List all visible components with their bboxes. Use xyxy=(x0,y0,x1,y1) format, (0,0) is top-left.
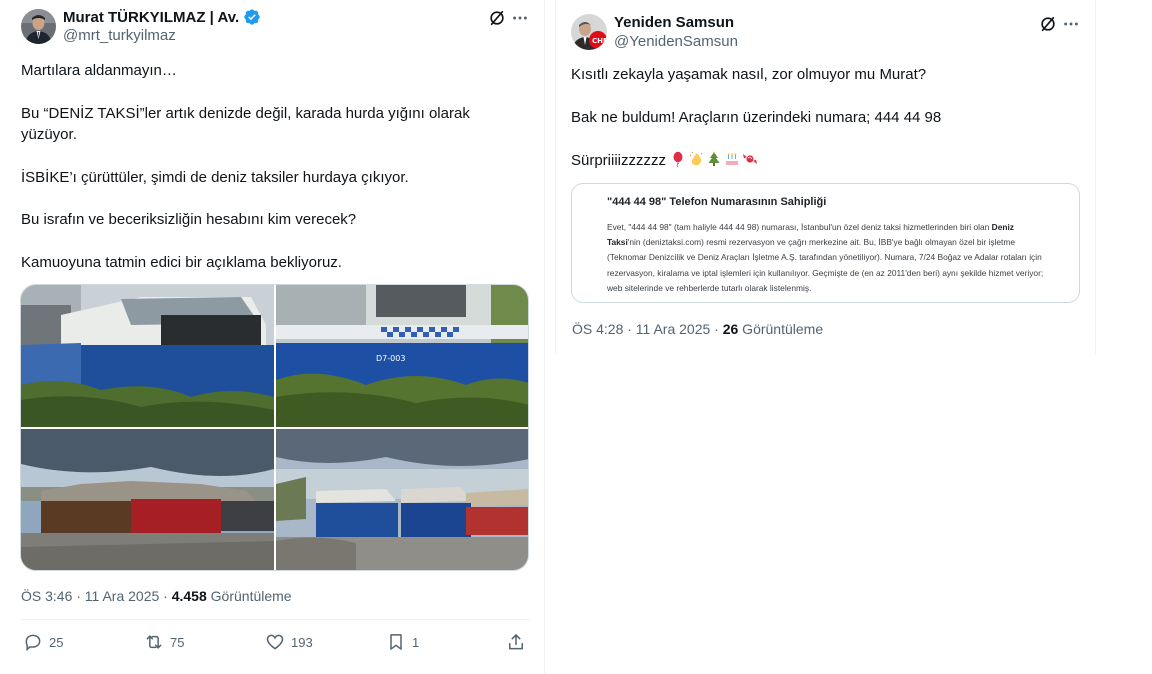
tweet-timestamp[interactable]: ÖS 4:28 · 11 Ara 2025 · xyxy=(572,321,723,337)
share-icon xyxy=(509,634,523,650)
tweet-left: Murat TÜRKYILMAZ | Av. @mrt_turkyilmaz M… xyxy=(0,0,545,674)
author-name-row: Murat TÜRKYILMAZ | Av. xyxy=(63,8,261,26)
author-avatar[interactable] xyxy=(21,9,56,44)
more-icon[interactable] xyxy=(1061,14,1081,34)
tweet-text-line: Bu “DENİZ TAKSİ”ler artık denizde değil,… xyxy=(21,104,470,144)
surprise-text: Sürpriiiizzzzzz xyxy=(571,152,667,169)
bookmark-button[interactable]: 1 xyxy=(386,628,419,656)
reply-icon xyxy=(25,634,41,652)
divider xyxy=(21,619,530,620)
author-handle[interactable]: @YenidenSamsun xyxy=(614,33,738,50)
author-name-row: Yeniden Samsun xyxy=(614,14,734,31)
quoted-card[interactable]: "444 44 98" Telefon Numarasının Sahipliğ… xyxy=(571,183,1080,303)
bookmark-count: 1 xyxy=(412,634,420,650)
author-avatar[interactable]: CHP xyxy=(571,14,607,50)
quoted-body: Evet, "444 44 98" (tam haliyle 444 44 98… xyxy=(607,220,1047,296)
cake-icon xyxy=(726,153,739,165)
photo-3[interactable] xyxy=(21,429,274,570)
view-count: 26 xyxy=(722,321,739,337)
verified-badge-icon xyxy=(244,9,260,25)
photo-4[interactable] xyxy=(276,429,528,570)
tweet-timestamp[interactable]: ÖS 3:46 · 11 Ara 2025 · xyxy=(21,588,172,604)
more-icon[interactable] xyxy=(510,8,530,28)
clap-icon xyxy=(689,151,703,166)
repost-count: 75 xyxy=(170,634,185,650)
photo-2[interactable]: D7-003 xyxy=(276,285,528,427)
author-handle[interactable]: @mrt_turkyilmaz xyxy=(63,27,176,44)
tweet-text-line: İSBİKE’ı çürüttüler, şimdi de deniz taks… xyxy=(21,168,409,186)
tweet-text-line: Bu israfın ve beceriksizliğin hesabını k… xyxy=(21,211,357,228)
quoted-title: "444 44 98" Telefon Numarasının Sahipliğ… xyxy=(607,196,827,208)
quoted-body-part: 'nin (deniztaksi.com) resmi rezervasyon … xyxy=(607,237,1044,293)
share-button[interactable] xyxy=(506,628,526,656)
tweet-text-line: Bak ne buldum! Araçların üzerindeki numa… xyxy=(571,109,942,126)
author-name[interactable]: Murat TÜRKYILMAZ | Av. xyxy=(63,9,239,26)
tweet-meta: ÖS 3:46 · 11 Ara 2025 · 4.458 Görüntülem… xyxy=(21,588,292,604)
boat-code-label: D7-003 xyxy=(376,354,405,363)
view-label: Görüntüleme xyxy=(206,588,292,604)
tweet-text: Kısıtlı zekayla yaşamak nasıl, zor olmuy… xyxy=(571,64,1071,172)
repost-icon xyxy=(146,635,162,649)
reply-button[interactable]: 25 xyxy=(23,628,63,656)
tweet-text-line: Martılara aldanmayın… xyxy=(21,62,177,79)
grok-icon[interactable] xyxy=(1038,14,1058,34)
tweet-text-line: Sürpriiiizzzzzz xyxy=(571,150,1071,172)
quoted-body-part: Evet, "444 44 98" (tam haliyle 444 44 98… xyxy=(607,222,992,232)
media-grid: D7-003 xyxy=(20,284,529,571)
balloon-icon xyxy=(673,151,683,167)
view-label: Görüntüleme xyxy=(738,321,824,337)
like-count: 193 xyxy=(291,634,313,650)
photo-1[interactable] xyxy=(21,285,274,427)
candy-icon xyxy=(743,154,758,164)
repost-button[interactable]: 75 xyxy=(144,628,184,656)
tweet-text: Martılara aldanmayın… Bu “DENİZ TAKSİ”le… xyxy=(21,60,521,273)
tweet-meta: ÖS 4:28 · 11 Ara 2025 · 26 Görüntüleme xyxy=(572,321,823,337)
like-button[interactable]: 193 xyxy=(265,628,313,656)
like-icon xyxy=(266,634,284,650)
grok-icon[interactable] xyxy=(487,8,507,28)
view-count: 4.458 xyxy=(171,588,207,604)
author-name[interactable]: Yeniden Samsun xyxy=(614,14,734,31)
bookmark-icon xyxy=(390,634,402,650)
tree-icon xyxy=(708,151,720,166)
tweet-text-line: Kamuoyuna tatmin edici bir açıklama bekl… xyxy=(21,253,342,271)
tweet-text-line: Kısıtlı zekayla yaşamak nasıl, zor olmuy… xyxy=(571,66,927,83)
action-bar: 25 75 193 1 xyxy=(20,628,530,656)
reply-count: 25 xyxy=(49,634,64,650)
